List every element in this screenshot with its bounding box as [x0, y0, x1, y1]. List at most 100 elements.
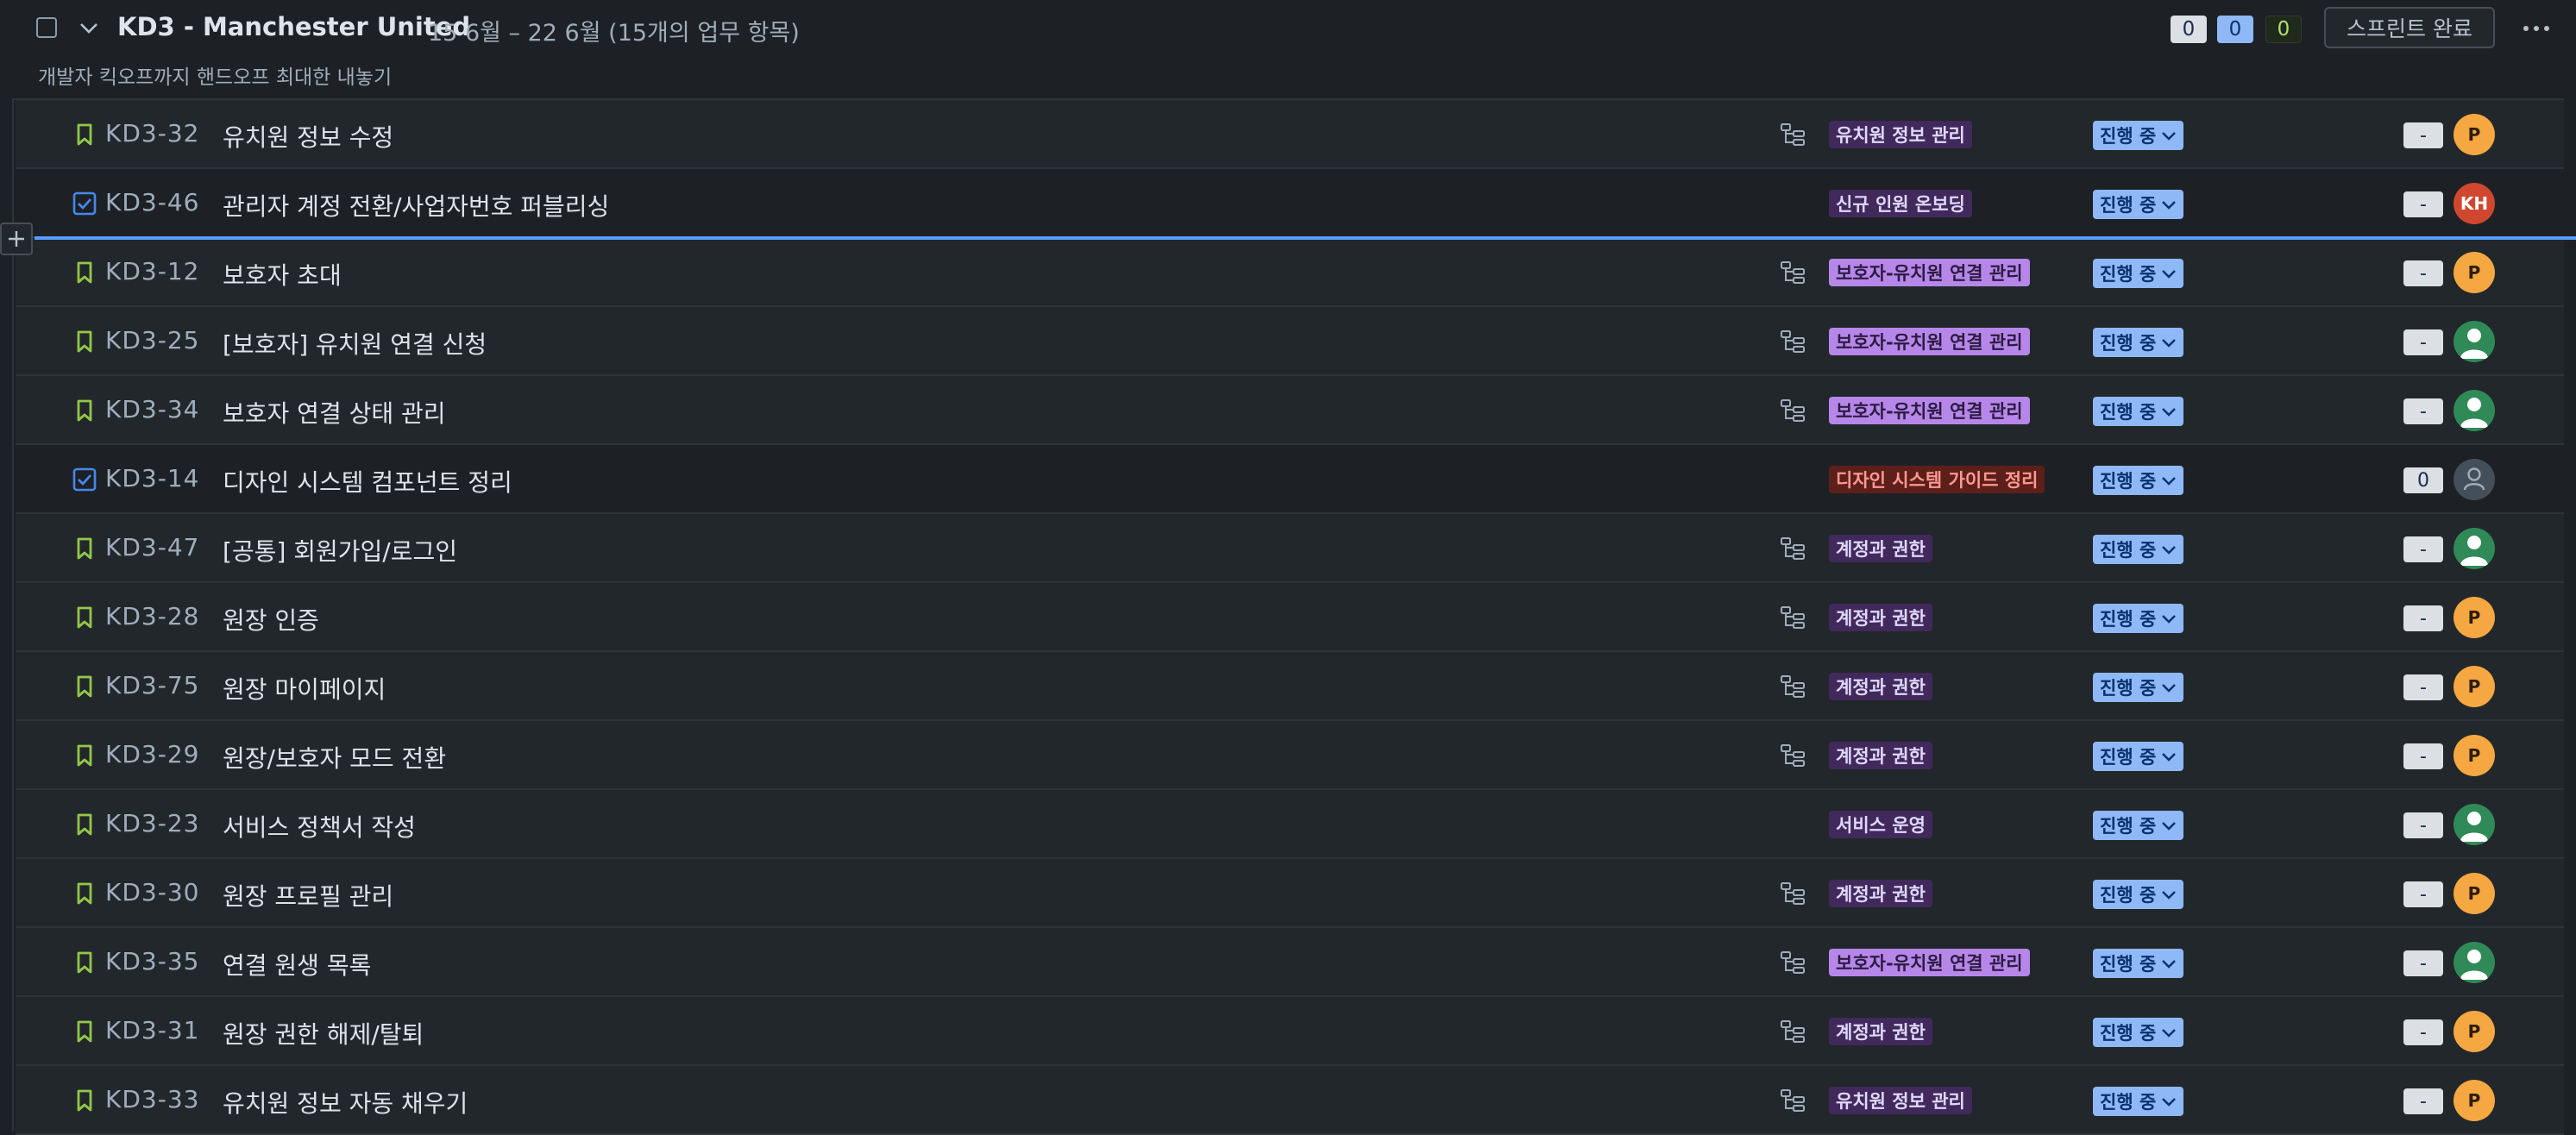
issue-row[interactable]: KD3-32 유치원 정보 수정 유치원 정보 관리 진행 중 -P — [16, 100, 2564, 169]
assignee-avatar[interactable] — [2453, 804, 2495, 845]
story-point-estimate[interactable]: - — [2403, 881, 2443, 907]
child-issues-icon[interactable] — [1779, 121, 1806, 148]
issue-key[interactable]: KD3-14 — [105, 464, 199, 492]
status-dropdown[interactable]: 진행 중 — [2093, 742, 2184, 771]
status-dropdown[interactable]: 진행 중 — [2093, 1018, 2184, 1047]
epic-lozenge[interactable]: 계정과 권한 — [1829, 535, 1932, 562]
issue-row[interactable]: KD3-47 [공통] 회원가입/로그인 계정과 권한 진행 중 - — [16, 514, 2564, 583]
story-point-estimate[interactable]: - — [2403, 1088, 2443, 1114]
issue-row[interactable]: KD3-29 원장/보호자 모드 전환 계정과 권한 진행 중 -P — [16, 721, 2564, 790]
epic-lozenge[interactable]: 디자인 시스템 가이드 정리 — [1829, 466, 2045, 493]
epic-lozenge[interactable]: 보호자-유치원 연결 관리 — [1829, 259, 2030, 286]
issue-key[interactable]: KD3-47 — [105, 533, 199, 561]
story-point-estimate[interactable]: - — [2403, 743, 2443, 769]
story-point-estimate[interactable]: - — [2403, 812, 2443, 838]
status-dropdown[interactable]: 진행 중 — [2093, 190, 2184, 219]
epic-lozenge[interactable]: 보호자-유치원 연결 관리 — [1829, 949, 2030, 976]
child-issues-icon[interactable] — [1779, 535, 1806, 562]
story-point-estimate[interactable]: - — [2403, 950, 2443, 976]
issue-summary[interactable]: 원장/보호자 모드 전환 — [223, 740, 446, 774]
status-dropdown[interactable]: 진행 중 — [2093, 328, 2184, 357]
issue-key[interactable]: KD3-32 — [105, 119, 199, 147]
story-point-estimate[interactable]: - — [2403, 398, 2443, 424]
chevron-down-icon[interactable] — [76, 16, 102, 41]
assignee-avatar[interactable]: P — [2453, 873, 2495, 914]
epic-lozenge[interactable]: 신규 인원 온보딩 — [1829, 190, 1972, 217]
status-dropdown[interactable]: 진행 중 — [2093, 397, 2184, 426]
epic-lozenge[interactable]: 서비스 운영 — [1829, 811, 1932, 838]
issue-row[interactable]: KD3-46 관리자 계정 전환/사업자번호 퍼블리싱 신규 인원 온보딩 진행 중 -… — [16, 169, 2564, 238]
epic-lozenge[interactable]: 유치원 정보 관리 — [1829, 1087, 1972, 1114]
child-issues-icon[interactable] — [1779, 880, 1806, 907]
issue-key[interactable]: KD3-46 — [105, 188, 199, 216]
issue-key[interactable]: KD3-35 — [105, 947, 199, 975]
status-dropdown[interactable]: 진행 중 — [2093, 535, 2184, 564]
issue-key[interactable]: KD3-75 — [105, 671, 199, 699]
child-issues-icon[interactable] — [1779, 1018, 1806, 1045]
assignee-avatar[interactable]: P — [2453, 1011, 2495, 1052]
issue-summary[interactable]: 유치원 정보 수정 — [223, 119, 393, 154]
issue-row[interactable]: KD3-12 보호자 초대 보호자-유치원 연결 관리 진행 중 -P — [16, 238, 2564, 307]
add-item-plus-icon[interactable] — [0, 223, 33, 255]
story-point-estimate[interactable]: - — [2403, 191, 2443, 217]
epic-lozenge[interactable]: 계정과 권한 — [1829, 604, 1932, 631]
issue-key[interactable]: KD3-28 — [105, 602, 199, 630]
issue-summary[interactable]: 서비스 정책서 작성 — [223, 809, 416, 843]
child-issues-icon[interactable] — [1779, 397, 1806, 424]
issue-key[interactable]: KD3-12 — [105, 257, 199, 285]
issue-key[interactable]: KD3-33 — [105, 1085, 199, 1113]
assignee-avatar[interactable]: P — [2453, 1080, 2495, 1121]
assignee-avatar[interactable]: P — [2453, 735, 2495, 776]
story-point-estimate[interactable]: - — [2403, 122, 2443, 148]
issue-key[interactable]: KD3-23 — [105, 809, 199, 837]
issue-key[interactable]: KD3-31 — [105, 1016, 199, 1044]
epic-lozenge[interactable]: 유치원 정보 관리 — [1829, 121, 1972, 148]
story-point-estimate[interactable]: - — [2403, 536, 2443, 562]
status-dropdown[interactable]: 진행 중 — [2093, 466, 2184, 495]
issue-row[interactable]: KD3-31 원장 권한 해제/탈퇴 계정과 권한 진행 중 -P — [16, 997, 2564, 1066]
status-dropdown[interactable]: 진행 중 — [2093, 1087, 2184, 1116]
issue-summary[interactable]: 디자인 시스템 컴포넌트 정리 — [223, 464, 512, 499]
assignee-avatar[interactable]: P — [2453, 252, 2495, 293]
assignee-avatar[interactable] — [2453, 528, 2495, 569]
status-dropdown[interactable]: 진행 중 — [2093, 949, 2184, 978]
issue-summary[interactable]: 보호자 초대 — [223, 257, 342, 292]
issue-row[interactable]: KD3-30 원장 프로필 관리 계정과 권한 진행 중 -P — [16, 859, 2564, 928]
issue-key[interactable]: KD3-34 — [105, 395, 199, 423]
issue-row[interactable]: KD3-14 디자인 시스템 컴포넌트 정리 디자인 시스템 가이드 정리 진행 중 0 — [16, 445, 2564, 514]
issue-summary[interactable]: [공통] 회원가입/로그인 — [223, 533, 457, 568]
assignee-avatar[interactable]: P — [2453, 666, 2495, 707]
status-dropdown[interactable]: 진행 중 — [2093, 880, 2184, 909]
story-point-estimate[interactable]: - — [2403, 674, 2443, 700]
issue-summary[interactable]: 유치원 정보 자동 채우기 — [223, 1085, 468, 1119]
issue-summary[interactable]: [보호자] 유치원 연결 신청 — [223, 326, 487, 361]
assignee-avatar[interactable]: KH — [2453, 183, 2495, 224]
issue-key[interactable]: KD3-29 — [105, 740, 199, 768]
child-issues-icon[interactable] — [1779, 259, 1806, 286]
issue-summary[interactable]: 원장 프로필 관리 — [223, 878, 393, 912]
issue-row[interactable]: KD3-35 연결 원생 목록 보호자-유치원 연결 관리 진행 중 - — [16, 928, 2564, 997]
sprint-select-checkbox[interactable] — [36, 17, 57, 38]
assignee-avatar[interactable]: P — [2453, 597, 2495, 638]
epic-lozenge[interactable]: 계정과 권한 — [1829, 673, 1932, 700]
epic-lozenge[interactable]: 보호자-유치원 연결 관리 — [1829, 397, 2030, 424]
issue-key[interactable]: KD3-30 — [105, 878, 199, 906]
issue-summary[interactable]: 원장 인증 — [223, 602, 319, 636]
assignee-avatar[interactable] — [2453, 390, 2495, 431]
issue-row[interactable]: KD3-34 보호자 연결 상태 관리 보호자-유치원 연결 관리 진행 중 - — [16, 376, 2564, 445]
story-point-estimate[interactable]: - — [2403, 605, 2443, 631]
assignee-avatar[interactable] — [2453, 942, 2495, 983]
issue-summary[interactable]: 관리자 계정 전환/사업자번호 퍼블리싱 — [223, 188, 609, 223]
child-issues-icon[interactable] — [1779, 1087, 1806, 1114]
epic-lozenge[interactable]: 계정과 권한 — [1829, 1018, 1932, 1045]
story-point-estimate[interactable]: - — [2403, 260, 2443, 286]
issue-summary[interactable]: 원장 마이페이지 — [223, 671, 386, 705]
issue-row[interactable]: KD3-75 원장 마이페이지 계정과 권한 진행 중 -P — [16, 652, 2564, 721]
child-issues-icon[interactable] — [1779, 673, 1806, 700]
issue-row[interactable]: KD3-23 서비스 정책서 작성 서비스 운영 진행 중 - — [16, 790, 2564, 859]
status-dropdown[interactable]: 진행 중 — [2093, 259, 2184, 288]
child-issues-icon[interactable] — [1779, 949, 1806, 976]
assignee-avatar[interactable]: P — [2453, 114, 2495, 155]
more-actions-icon[interactable] — [2512, 9, 2560, 48]
issue-row[interactable]: KD3-33 유치원 정보 자동 채우기 유치원 정보 관리 진행 중 -P — [16, 1066, 2564, 1135]
